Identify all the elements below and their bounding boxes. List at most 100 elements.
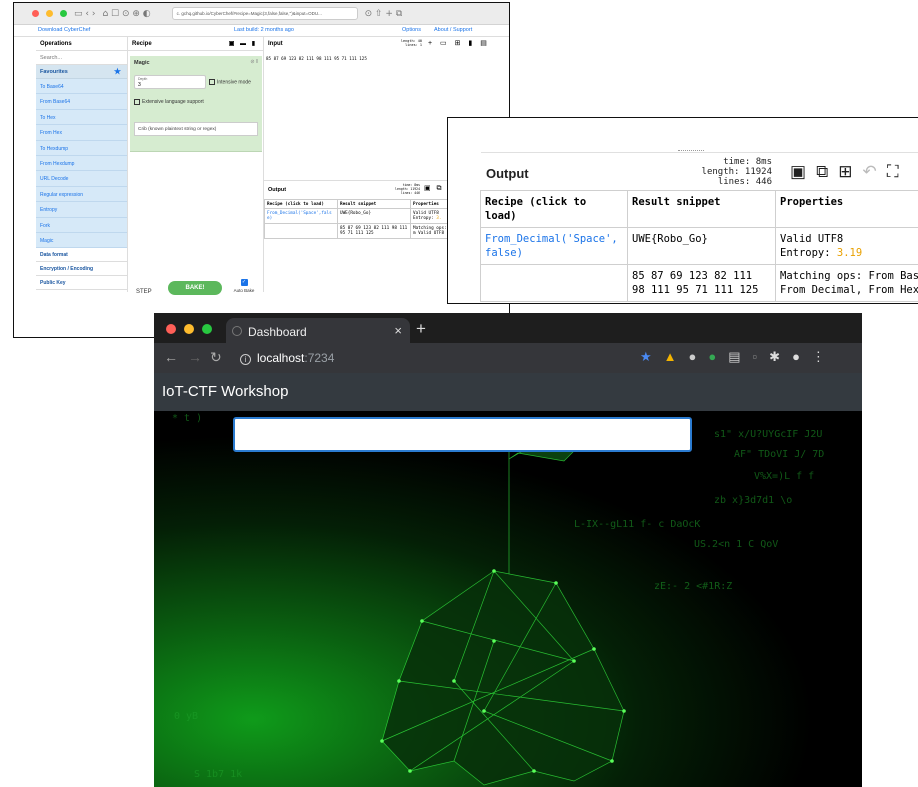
drive-extension-icon[interactable]: ▲ <box>664 349 677 365</box>
zoom-window-icon[interactable] <box>202 324 212 334</box>
matrix-glyphs: * t ) <box>172 413 203 424</box>
result-snippet: UWE{Robo_Go} <box>627 227 776 265</box>
operations-search-input[interactable]: Search... <box>36 51 127 65</box>
favourites-category[interactable]: Favourites ★ <box>36 65 127 79</box>
output-lines: lines: 446 <box>717 176 772 187</box>
close-tab-icon[interactable]: × <box>394 323 402 338</box>
extension-icon[interactable]: ▤ <box>728 349 740 365</box>
dashboard-search-input[interactable] <box>233 417 692 452</box>
download-cyberchef-link[interactable]: Download CyberChef <box>38 27 90 33</box>
operation-category[interactable]: Public Key <box>36 276 127 291</box>
cyberchef-topbar: Download CyberChef Last build: 2 months … <box>14 25 509 37</box>
address-bar[interactable]: i localhost:7234 <box>232 347 500 369</box>
star-icon: ★ <box>113 67 121 76</box>
operation-item[interactable]: To Hexdump <box>36 140 127 156</box>
puzzle-extensions-icon[interactable]: ✱ <box>769 349 780 365</box>
recipe-title: Recipe <box>132 41 152 47</box>
bookmark-star-icon[interactable]: ★ <box>640 349 652 365</box>
depth-input[interactable]: Depth 3 <box>134 75 206 89</box>
input-text[interactable]: 85 87 69 123 82 111 98 111 95 71 111 125 <box>266 56 367 61</box>
intensive-mode-checkbox[interactable]: Intensive mode <box>209 79 251 85</box>
operation-category[interactable]: Encryption / Encoding <box>36 262 127 277</box>
check-extension-icon[interactable]: ● <box>708 349 716 365</box>
matrix-glyphs: AF" TDoVI J/ 7D <box>734 449 825 460</box>
operation-item[interactable]: From Hexdump <box>36 155 127 172</box>
tab-dashboard[interactable]: Dashboard × <box>226 318 410 343</box>
forward-icon[interactable]: → <box>188 349 202 365</box>
step-button[interactable]: STEP <box>136 289 152 295</box>
operation-item[interactable]: Fork <box>36 217 127 233</box>
column-header: Result snippet <box>627 190 776 228</box>
recipe-link[interactable] <box>480 264 628 302</box>
minimize-window-icon[interactable] <box>184 324 194 334</box>
input-toolbar-icons[interactable]: + ▭ ⊞ ▮ ▤ <box>428 39 490 47</box>
profile-avatar-icon[interactable]: ● <box>792 349 800 365</box>
address-bar[interactable]: c. gchq.github.io/CyberChef/#recipe=Magi… <box>171 7 358 20</box>
output-save-copy-icons[interactable]: ▣ ⧉ <box>424 184 444 193</box>
extensive-language-checkbox[interactable]: Extensive language support <box>134 98 214 106</box>
minimize-window-icon[interactable] <box>46 10 53 17</box>
operation-item[interactable]: From Hex <box>36 125 127 141</box>
operation-item[interactable]: Magic <box>36 232 127 249</box>
cyberchef-window: ▭ ‹ › ⌂ ☐ ⊙ ⊕ ◐ c. gchq.github.io/CyberC… <box>13 2 510 338</box>
toolbar-extension-icons[interactable]: ⌂ ☐ ⊙ ⊕ ◐ <box>102 9 150 19</box>
reload-icon[interactable]: ↻ <box>210 349 222 366</box>
recipe-link[interactable]: From_Decimal('Space',false) <box>480 227 628 265</box>
matrix-glyphs: zE:- 2 <#1R:Z <box>654 581 733 592</box>
extension-icon[interactable]: ▫ <box>753 349 758 365</box>
recipe-link[interactable] <box>264 223 338 240</box>
app-title[interactable]: IoT-CTF Workshop <box>162 383 288 400</box>
output-toolbar: ▣ ⧉ ⊞ ↶ ⛶ <box>790 162 899 182</box>
close-window-icon[interactable] <box>32 10 39 17</box>
share-icon[interactable]: ⊙ ⇧ + ⧉ <box>365 9 403 19</box>
zoom-window-icon[interactable] <box>60 10 67 17</box>
checkbox-icon <box>134 98 140 105</box>
matrix-glyphs: L-IX--gL11 f- c DaOcK <box>574 519 701 530</box>
save-icon[interactable]: ▣ <box>790 162 806 182</box>
close-window-icon[interactable] <box>166 324 176 334</box>
disable-pause-icons[interactable]: ⊘ ‖ <box>250 59 258 65</box>
undo-icon[interactable]: ↶ <box>862 162 876 182</box>
matrix-glyphs: V%X=)L f f <box>754 471 815 482</box>
globe-icon <box>232 326 242 336</box>
properties-entropy: Entropy: 3.19 <box>780 246 918 260</box>
copy-icon[interactable]: ⧉ <box>816 162 828 182</box>
operations-panel: Operations Search... Favourites ★ To Bas… <box>36 37 128 292</box>
matrix-glyphs: 0 yB <box>174 711 199 722</box>
crib-input[interactable]: Crib (known plaintext string or regex) <box>134 122 258 136</box>
menu-kebab-icon[interactable]: ⋮ <box>812 349 825 365</box>
site-info-icon[interactable]: i <box>240 354 251 365</box>
recipe-link[interactable]: From_Decimal('Space',false) <box>264 208 338 225</box>
operation-item[interactable]: From Base64 <box>36 94 127 110</box>
magic-results-table: Recipe (click to load) Result snippet Pr… <box>480 190 918 302</box>
recipe-save-load-clear-icons[interactable]: ▣ ▬ ▮ <box>229 40 257 47</box>
back-icon[interactable]: ← <box>164 349 178 365</box>
operation-item[interactable]: URL Decode <box>36 171 127 187</box>
input-title: Input <box>268 41 283 47</box>
operation-category[interactable]: Data format <box>36 248 127 263</box>
output-stats: time: 8ms length: 11924 lines: 446 <box>688 157 772 187</box>
sidebar-toggle-icon[interactable]: ▭ ‹ › <box>74 9 95 19</box>
recipe-header: Recipe ▣ ▬ ▮ <box>128 37 263 51</box>
extension-icon[interactable]: ● <box>689 349 697 365</box>
last-build-link[interactable]: Last build: 2 months ago <box>234 27 294 33</box>
properties-cell: Matching ops: From Base64, From Decimal,… <box>775 264 918 302</box>
maximize-icon[interactable]: ⛶ <box>887 162 899 182</box>
intensive-mode-label: Intensive mode <box>217 79 251 86</box>
entropy-value: 3.19 <box>836 247 863 259</box>
properties-valid: Valid UTF8 <box>780 233 844 245</box>
operation-item[interactable]: Regular expression <box>36 186 127 203</box>
about-support-link[interactable]: About / Support <box>434 27 472 33</box>
recipe-panel: Recipe ▣ ▬ ▮ Magic ⊘ ‖ Depth 3 Intensive… <box>128 37 264 295</box>
bake-button[interactable]: BAKE! <box>168 281 222 295</box>
replace-input-icon[interactable]: ⊞ <box>838 162 852 182</box>
operation-item[interactable]: To Base64 <box>36 79 127 95</box>
table-header-row: Recipe (click to load) Result snippet Pr… <box>480 190 918 228</box>
new-tab-icon[interactable]: + <box>416 319 426 339</box>
options-link[interactable]: Options <box>402 27 421 33</box>
operation-item[interactable]: To Hex <box>36 109 127 126</box>
auto-bake-checkbox[interactable]: ✓ Auto Bake <box>229 279 259 293</box>
operation-item[interactable]: Entropy <box>36 202 127 218</box>
magic-operation: Magic ⊘ ‖ Depth 3 Intensive mode Extensi… <box>130 56 262 152</box>
entropy-label: Entropy: <box>413 216 437 222</box>
